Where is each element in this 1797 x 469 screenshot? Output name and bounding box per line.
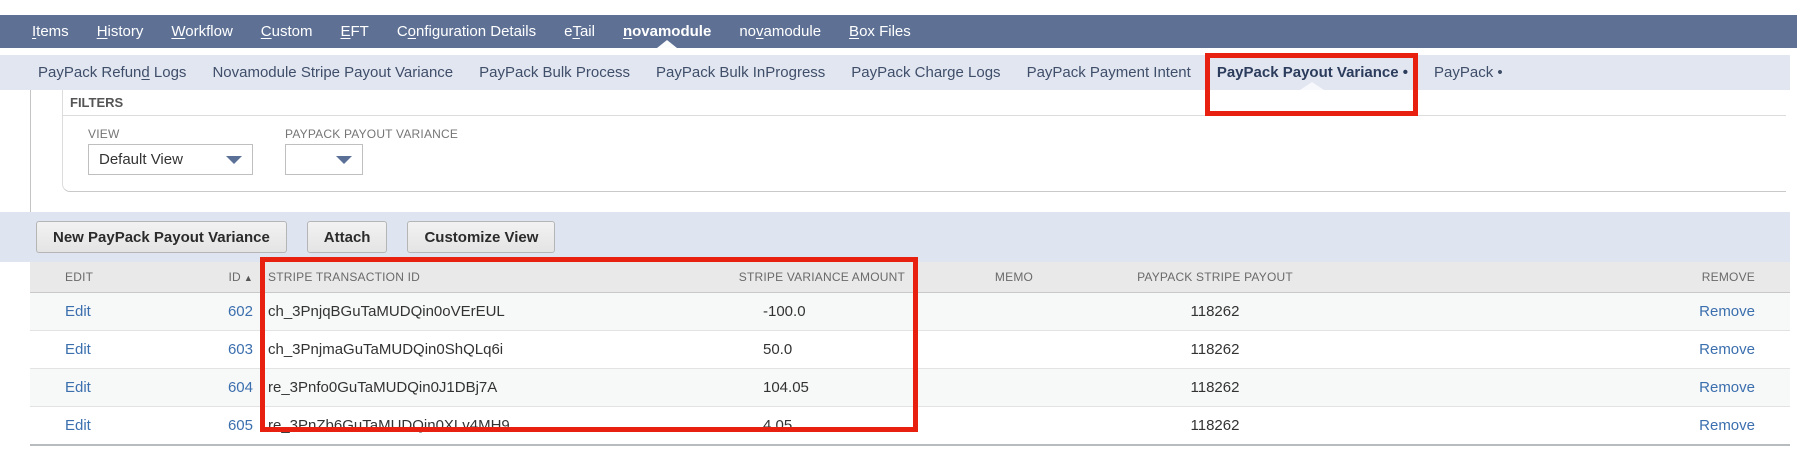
row-id-link[interactable]: 605 — [228, 417, 253, 434]
row-id-link-cell: 604 — [140, 368, 262, 407]
payout-variance-table: EDIT ID ▲ STRIPE TRANSACTION ID STRIPE VARIA… — [30, 262, 1790, 446]
stripe-transaction-id-cell: re_3PnZb6GuTaMUDQin0XLv4MH9 — [262, 406, 718, 446]
subtab-bar: PayPack Refund Logs Novamodule Stripe Pay… — [0, 53, 1790, 116]
tab-paypack-payment-intent[interactable]: PayPack Payment Intent — [1027, 55, 1191, 90]
column-header-paypack-stripe-payout[interactable]: PAYPACK STRIPE PAYOUT — [1110, 262, 1320, 293]
view-filter-group: VIEW Default View — [88, 127, 253, 175]
nav-item-2-workflow[interactable]: Workflow — [171, 15, 232, 48]
row-id-link[interactable]: 602 — [228, 303, 253, 320]
tab-paypack-refund-logs[interactable]: PayPack Refund Logs — [38, 55, 186, 90]
stripe-variance-amount-cell: 104.05 — [718, 368, 918, 407]
stripe-transaction-id-cell: ch_3PnjmaGuTaMUDQin0ShQLq6i — [262, 330, 718, 369]
paypack-stripe-payout-cell: 118262 — [1110, 406, 1320, 446]
nav-item-5-configuration-details[interactable]: Configuration Details — [397, 15, 536, 48]
paypack-stripe-payout-cell: 118262 — [1110, 368, 1320, 407]
table-row: Edit 603 ch_3PnjmaGuTaMUDQin0ShQLq6i 50.0 11… — [30, 330, 1790, 369]
nav-item-3-custom[interactable]: Custom — [261, 15, 313, 48]
action-toolbar: New PayPack Payout Variance Attach Custo… — [0, 212, 1790, 262]
remove-link-cell: Remove — [1320, 368, 1790, 407]
column-header-stripe-transaction-id[interactable]: STRIPE TRANSACTION ID — [262, 262, 718, 293]
tab-paypack-bulk-inprogress[interactable]: PayPack Bulk InProgress — [656, 55, 825, 90]
sort-ascending-icon: ▲ — [243, 273, 253, 283]
tab-paypack-bulk-process[interactable]: PayPack Bulk Process — [479, 55, 630, 90]
column-header-stripe-variance-amount[interactable]: STRIPE VARIANCE AMOUNT — [718, 262, 918, 293]
remove-link[interactable]: Remove — [1699, 417, 1755, 434]
paypack-stripe-payout-cell: 118262 — [1110, 330, 1320, 369]
dropdown-caret-icon — [226, 155, 242, 164]
table-row: Edit 602 ch_3PnjqBGuTaMUDQin0oVErEUL -100.0… — [30, 292, 1790, 331]
remove-link[interactable]: Remove — [1699, 341, 1755, 358]
memo-cell — [918, 292, 1110, 331]
nav-item-9-box-files[interactable]: Box Files — [849, 15, 911, 48]
filters-panel: FILTERS VIEW Default View PAYPACK PAYOUT… — [62, 90, 1786, 192]
paypack-payout-variance-select[interactable] — [285, 144, 363, 175]
stripe-variance-amount-cell: 4.05 — [718, 406, 918, 446]
stripe-transaction-id-cell: ch_3PnjqBGuTaMUDQin0oVErEUL — [262, 292, 718, 331]
view-select[interactable]: Default View — [88, 144, 253, 175]
column-header-remove[interactable]: REMOVE — [1320, 262, 1790, 293]
tab-novamodule-stripe-payout-variance[interactable]: Novamodule Stripe Payout Variance — [212, 55, 453, 90]
active-nav-caret-icon — [657, 40, 678, 48]
new-paypack-payout-variance-button[interactable]: New PayPack Payout Variance — [36, 221, 287, 253]
dropdown-caret-icon — [336, 155, 352, 164]
remove-link[interactable]: Remove — [1699, 379, 1755, 396]
edit-link-cell: Edit — [30, 406, 140, 446]
nav-item-1-history[interactable]: History — [97, 15, 144, 48]
table-row: Edit 604 re_3Pnfo0GuTaMUDQin0J1DBj7A 104.05… — [30, 368, 1790, 407]
row-id-link[interactable]: 603 — [228, 341, 253, 358]
view-select-value: Default View — [99, 151, 183, 168]
table-row: Edit 605 re_3PnZb6GuTaMUDQin0XLv4MH9 4.05 11… — [30, 406, 1790, 446]
stripe-variance-amount-cell: -100.0 — [718, 292, 918, 331]
column-header-memo[interactable]: MEMO — [918, 262, 1110, 293]
edit-link[interactable]: Edit — [65, 303, 91, 320]
stripe-transaction-id-cell: re_3Pnfo0GuTaMUDQin0J1DBj7A — [262, 368, 718, 407]
page: Items History Workflow Custom EFT Configurati… — [0, 0, 1797, 469]
remove-link-cell: Remove — [1320, 406, 1790, 446]
nav-item-7-novamodule[interactable]: novamodule — [623, 15, 711, 48]
edit-link[interactable]: Edit — [65, 341, 91, 358]
row-id-link-cell: 603 — [140, 330, 262, 369]
content-left-border — [30, 90, 31, 212]
memo-cell — [918, 406, 1110, 446]
view-filter-label: VIEW — [88, 127, 120, 141]
paypack-stripe-payout-cell: 118262 — [1110, 292, 1320, 331]
edit-link[interactable]: Edit — [65, 379, 91, 396]
edit-link-cell: Edit — [30, 292, 140, 331]
customize-view-button[interactable]: Customize View — [407, 221, 556, 253]
filters-fields: VIEW Default View PAYPACK PAYOUT VARIANC… — [63, 116, 1786, 175]
active-tab-caret-icon — [1300, 82, 1325, 90]
row-id-link-cell: 602 — [140, 292, 262, 331]
filters-title: FILTERS — [63, 90, 1786, 116]
nav-item-0-items[interactable]: Items — [32, 15, 69, 48]
nav-item-6-etail[interactable]: eTail — [564, 15, 595, 48]
edit-link-cell: Edit — [30, 368, 140, 407]
nav-item-4-eft[interactable]: EFT — [340, 15, 368, 48]
tab-paypack[interactable]: PayPack • — [1434, 55, 1503, 90]
remove-link[interactable]: Remove — [1699, 303, 1755, 320]
row-id-link-cell: 605 — [140, 406, 262, 446]
row-id-link[interactable]: 604 — [228, 379, 253, 396]
tab-paypack-charge-logs[interactable]: PayPack Charge Logs — [851, 55, 1000, 90]
column-header-id[interactable]: ID ▲ — [140, 262, 262, 293]
paypack-payout-variance-filter-label: PAYPACK PAYOUT VARIANCE — [285, 127, 459, 141]
attach-button[interactable]: Attach — [306, 221, 388, 253]
edit-link[interactable]: Edit — [65, 417, 91, 434]
stripe-variance-amount-cell: 50.0 — [718, 330, 918, 369]
nav-item-8-novamodule[interactable]: novamodule — [739, 15, 821, 48]
paypack-payout-variance-filter-group: PAYPACK PAYOUT VARIANCE — [285, 127, 458, 175]
table-header-row: EDIT ID ▲ STRIPE TRANSACTION ID STRIPE VARIA… — [30, 262, 1790, 293]
memo-cell — [918, 368, 1110, 407]
memo-cell — [918, 330, 1110, 369]
top-nav: Items History Workflow Custom EFT Configurati… — [0, 15, 1797, 48]
remove-link-cell: Remove — [1320, 292, 1790, 331]
tab-paypack-payout-variance[interactable]: PayPack Payout Variance • — [1204, 53, 1419, 116]
table-body: Edit 602 ch_3PnjqBGuTaMUDQin0oVErEUL -100.0… — [30, 292, 1790, 446]
remove-link-cell: Remove — [1320, 330, 1790, 369]
column-header-edit[interactable]: EDIT — [30, 262, 140, 293]
edit-link-cell: Edit — [30, 330, 140, 369]
